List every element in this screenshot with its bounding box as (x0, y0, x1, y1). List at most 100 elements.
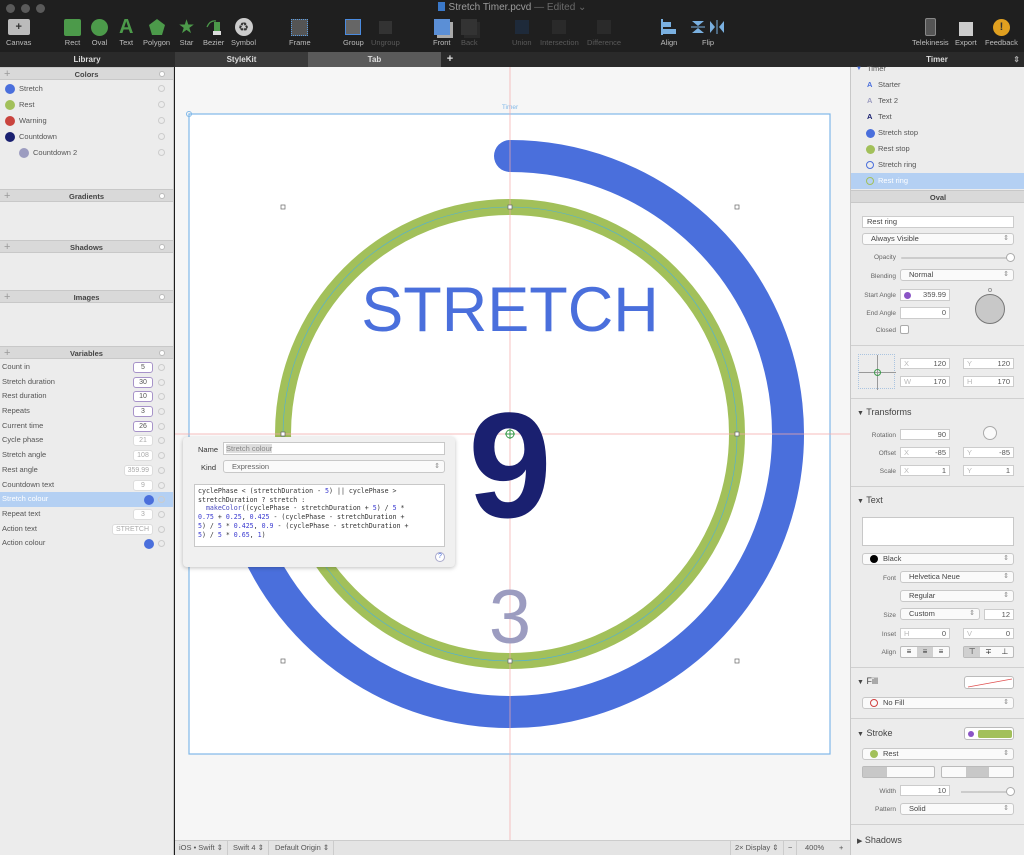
resize-handle-tl[interactable] (280, 204, 286, 210)
offset-x-field[interactable]: X -85 (900, 447, 950, 458)
shape-name-field[interactable]: Rest ring (862, 216, 1014, 228)
color-item[interactable]: Rest (0, 97, 173, 113)
export-button[interactable]: Export (955, 16, 977, 47)
angle-dial-handle[interactable] (988, 288, 992, 292)
pattern-select[interactable]: Solid (900, 803, 1014, 815)
add-tab-button[interactable]: + (441, 52, 459, 67)
disclosure-down-icon[interactable]: ▼ (856, 61, 862, 77)
fill-select[interactable]: No Fill (862, 697, 1014, 709)
color-item[interactable]: Countdown 2 (0, 145, 173, 161)
square-cap-button[interactable] (910, 767, 934, 777)
round-join-button[interactable] (965, 767, 990, 777)
align-bottom-button[interactable]: ⊥ (997, 647, 1013, 657)
align-button[interactable]: Align (660, 16, 678, 47)
align-top-button[interactable]: ⊤ (964, 647, 981, 657)
butt-cap-button[interactable] (863, 767, 887, 777)
variable-item[interactable]: Countdown text 9 (0, 478, 173, 493)
variable-value-field[interactable]: 10 (133, 391, 153, 403)
offset-y-field[interactable]: Y -85 (963, 447, 1014, 458)
variable-value-field[interactable]: 5 (133, 362, 153, 373)
variable-value-field[interactable]: 3 (133, 406, 153, 418)
remove-variable-button[interactable] (158, 393, 165, 401)
tab-stylekit[interactable]: StyleKit (175, 52, 308, 67)
variable-item[interactable]: Cycle phase 21 (0, 433, 173, 448)
height-field[interactable]: H 170 (963, 376, 1014, 387)
zoom-level[interactable]: 400% (801, 841, 828, 855)
width-field[interactable]: W 170 (900, 376, 950, 387)
difference-button[interactable]: Difference (587, 16, 621, 47)
remove-variable-button[interactable] (158, 466, 165, 474)
rotation-field[interactable]: 90 (900, 429, 950, 440)
variable-value-field[interactable]: 30 (133, 376, 153, 388)
inset-v-field[interactable]: V0 (963, 628, 1014, 639)
remove-color-button[interactable] (158, 85, 165, 92)
remove-variable-button[interactable] (158, 496, 165, 504)
add-gradient-button[interactable]: + (4, 190, 10, 203)
y-field[interactable]: Y 120 (963, 358, 1014, 369)
start-angle-field[interactable]: 359.99 (900, 289, 950, 301)
layer-item[interactable]: A Text 2 (851, 93, 1024, 109)
remove-color-button[interactable] (158, 101, 165, 108)
group-button[interactable]: Group (343, 16, 364, 47)
font-style-select[interactable]: Regular (900, 590, 1014, 602)
stroke-width-slider-knob[interactable] (1006, 787, 1015, 796)
variable-item[interactable]: Stretch duration 30 (0, 375, 173, 390)
symbol-button[interactable]: ♻ Symbol (231, 16, 256, 47)
x-field[interactable]: X 120 (900, 358, 950, 369)
expression-editor[interactable]: cyclePhase < (stretchDuration - 5) || cy… (194, 484, 445, 547)
stroke-color-select[interactable]: Rest (862, 748, 1014, 760)
flip-button[interactable]: Flip (690, 16, 726, 47)
transforms-section-toggle[interactable]: ▼ Transforms (857, 407, 911, 417)
variable-item[interactable]: Action colour (0, 536, 173, 551)
resize-handle-l[interactable] (280, 431, 286, 437)
tab-library[interactable]: Library (0, 52, 174, 67)
color-item[interactable]: Warning (0, 113, 173, 129)
layer-item[interactable]: A Starter (851, 77, 1024, 93)
remove-variable-button[interactable] (158, 510, 165, 518)
text-section-toggle[interactable]: ▼ Text (857, 495, 883, 505)
color-item[interactable]: Stretch (0, 81, 173, 97)
remove-color-button[interactable] (158, 149, 165, 156)
layer-item[interactable]: A Text (851, 109, 1024, 125)
align-right-button[interactable]: ≡ (933, 647, 949, 657)
end-angle-field[interactable]: 0 (900, 307, 950, 319)
visibility-select[interactable]: Always Visible (862, 233, 1014, 245)
inset-h-field[interactable]: H0 (900, 628, 950, 639)
layer-item[interactable]: Rest stop (851, 141, 1024, 157)
feedback-button[interactable]: ! Feedback (985, 16, 1018, 47)
remove-color-button[interactable] (158, 133, 165, 140)
bevel-join-button[interactable] (989, 767, 1013, 777)
text-color-select[interactable]: Black (862, 553, 1014, 565)
remove-variable-button[interactable] (158, 437, 165, 445)
display-select[interactable]: 2× Display ⇕ (730, 841, 784, 855)
resize-handle-t[interactable] (507, 204, 513, 210)
variable-item[interactable]: Current time 26 (0, 419, 173, 434)
frame-button[interactable]: Frame (289, 16, 311, 47)
stroke-color-well[interactable] (964, 727, 1014, 740)
shadows-options-button[interactable] (159, 244, 165, 250)
align-middle-button[interactable]: ∓ (980, 647, 996, 657)
layer-item[interactable]: Rest ring (851, 173, 1024, 189)
kind-select[interactable]: Expression (223, 460, 445, 473)
align-center-button[interactable]: ≡ (917, 647, 933, 657)
variable-item[interactable]: Repeats 3 (0, 404, 173, 419)
size-mode-select[interactable]: Custom (900, 608, 980, 620)
autoresize-widget[interactable] (858, 354, 896, 390)
variable-link-icon[interactable] (904, 292, 911, 299)
ungroup-button[interactable]: Ungroup (371, 16, 400, 47)
round-cap-button[interactable] (887, 767, 911, 777)
images-options-button[interactable] (159, 294, 165, 300)
tab-document[interactable]: Tab (308, 52, 441, 67)
help-button[interactable]: ? (435, 552, 445, 562)
variable-link-icon[interactable] (968, 731, 974, 737)
back-button[interactable]: Back (461, 16, 478, 47)
text-content-field[interactable] (862, 517, 1014, 546)
stroke-width-slider[interactable] (961, 787, 1015, 796)
variable-item[interactable]: Rest angle 359.99 (0, 463, 173, 478)
variable-color-swatch[interactable] (144, 495, 154, 506)
resize-handle-tr[interactable] (734, 204, 740, 210)
miter-join-button[interactable] (942, 767, 966, 777)
action-text[interactable]: STRETCH (361, 275, 659, 345)
remove-variable-button[interactable] (158, 378, 165, 386)
countdown-text[interactable]: 9 (468, 381, 551, 549)
